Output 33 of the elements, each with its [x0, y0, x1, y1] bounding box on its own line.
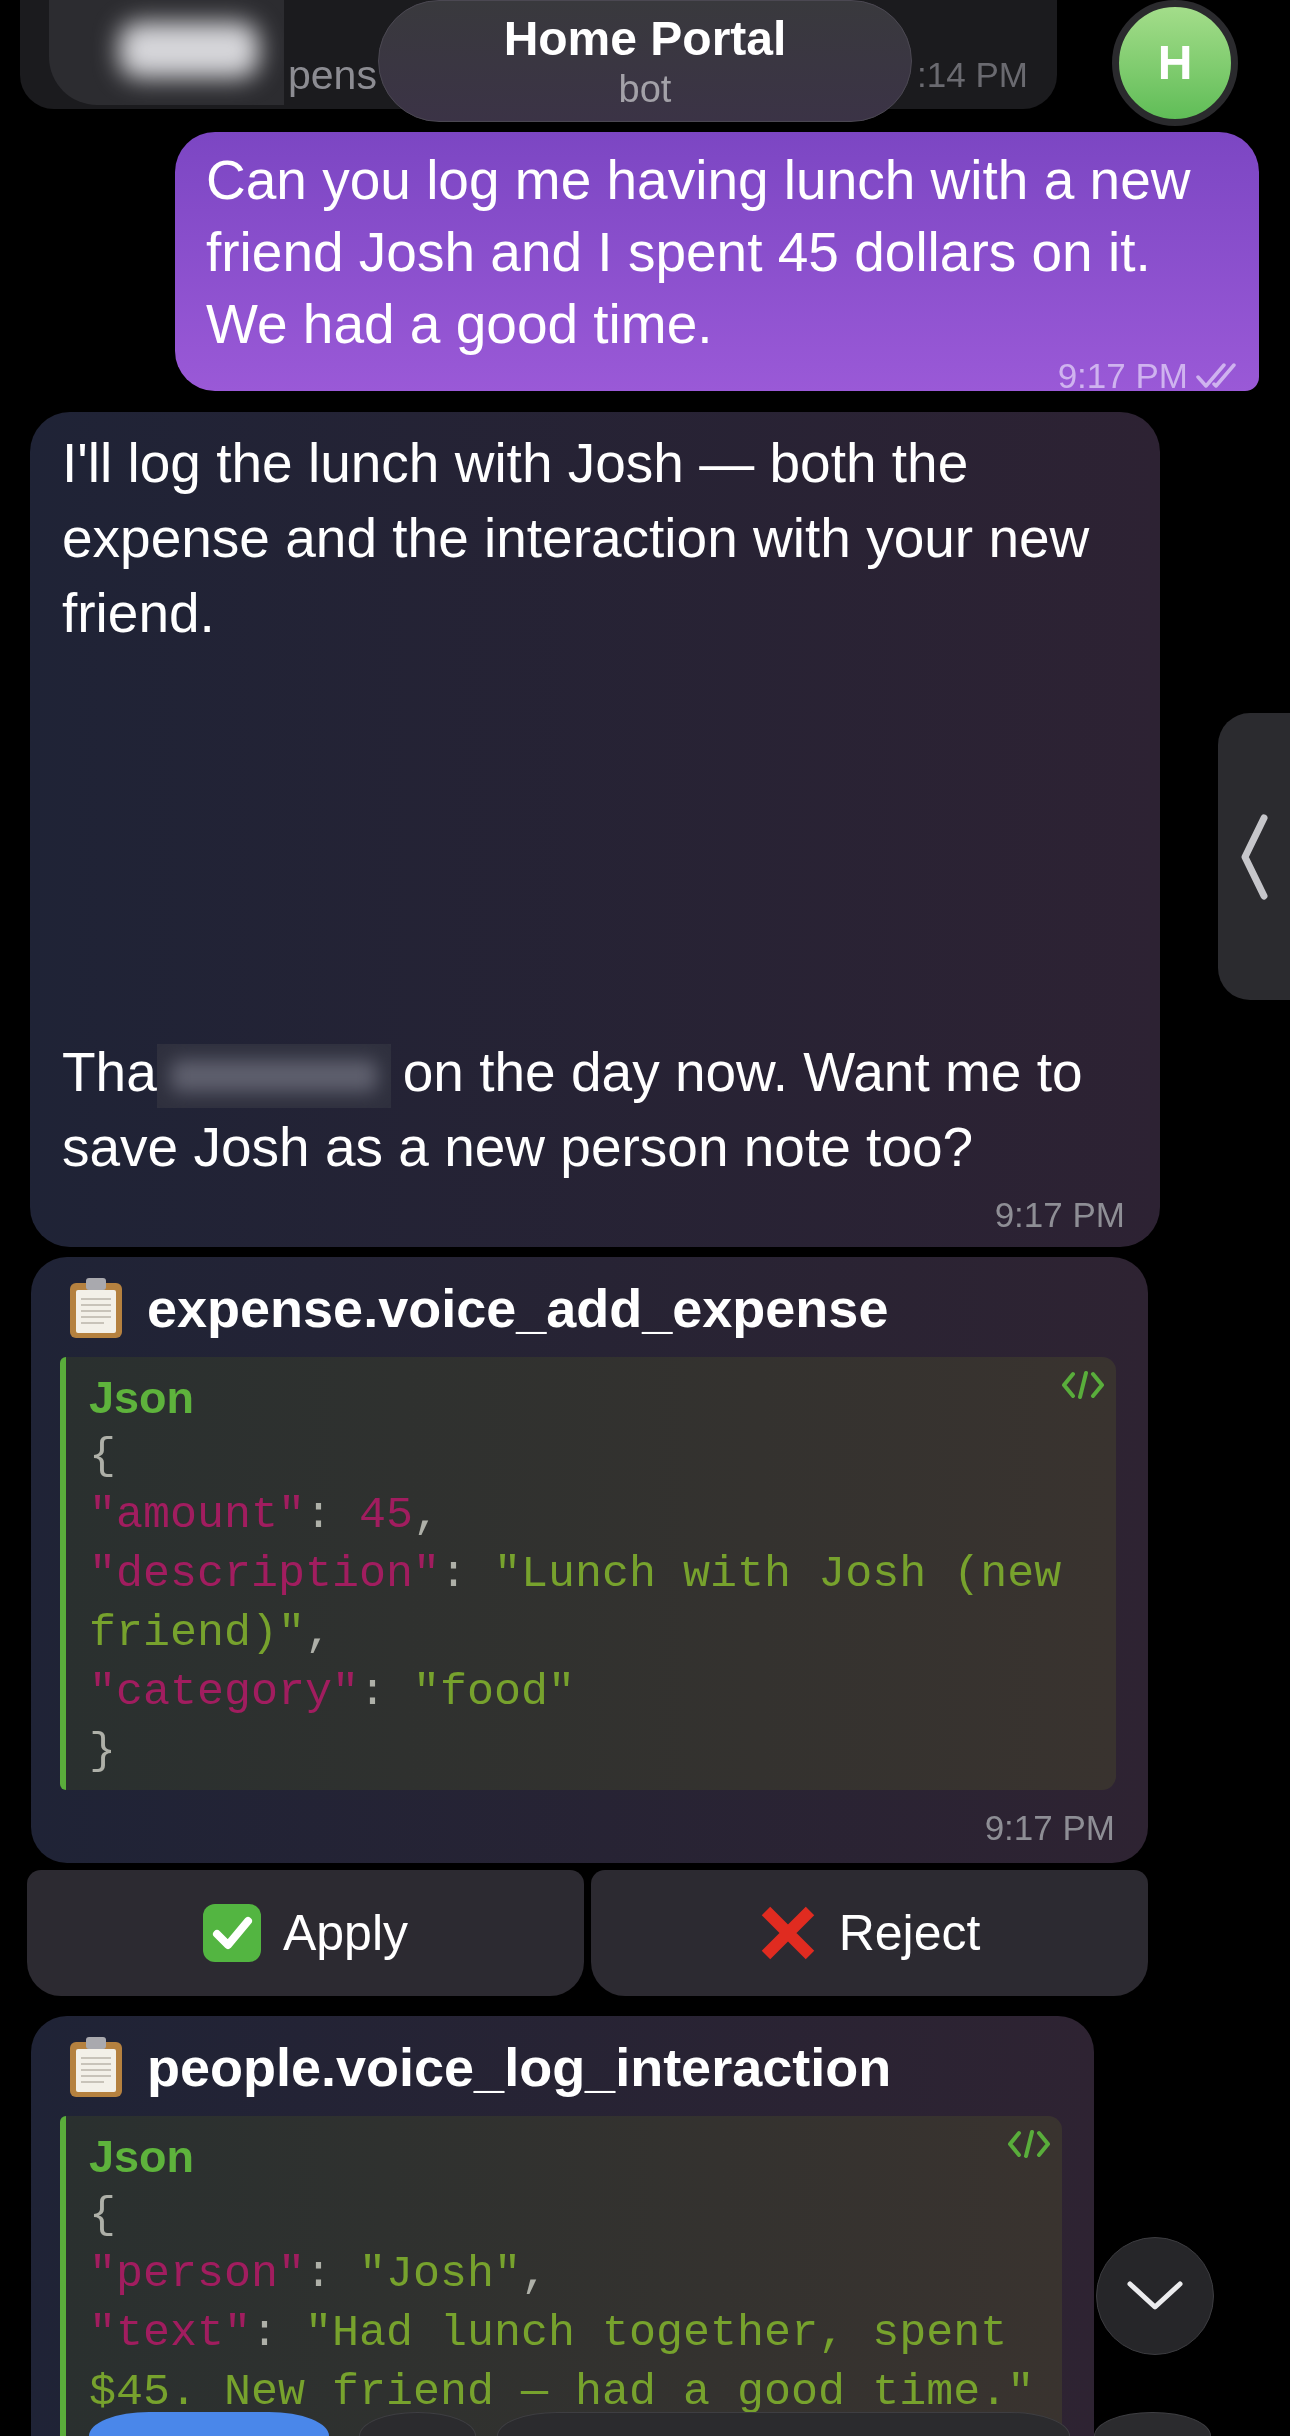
code-line: {	[89, 2189, 116, 2243]
side-panel-handle[interactable]	[1218, 713, 1290, 1000]
code-line: }	[89, 1725, 116, 1779]
code-line: "amount": 45,	[89, 1489, 441, 1543]
code-line: "person": "Josh",	[89, 2248, 549, 2302]
code-language-label: Json	[89, 2130, 195, 2184]
clipboard-icon	[68, 2036, 124, 2098]
message-time: :14 PM	[917, 54, 1028, 95]
card-title: people.voice_log_interaction	[147, 2036, 892, 2099]
chat-header[interactable]: Home Portal bot	[378, 0, 912, 122]
message-time: 9:17 PM	[1057, 360, 1188, 391]
code-icon[interactable]	[1008, 2130, 1050, 2158]
code-line: "text": "Had lunch together, spent $45. New friend — had a good time."	[89, 2307, 1036, 2420]
checkmark-icon	[202, 1904, 261, 1962]
message-time: 9:17 PM	[984, 1808, 1115, 1848]
inline-button[interactable]: Reject	[591, 1870, 1148, 1996]
code-line: {	[89, 1430, 116, 1484]
chevron-down-icon	[1126, 2280, 1184, 2312]
message-text: pens	[288, 50, 377, 100]
inline-button[interactable]: Apply	[27, 1870, 584, 1996]
message-text: I'll log the lunch with Josh — both the expense and the interaction with your new friend.	[62, 431, 1091, 646]
chevron-left-icon	[1239, 813, 1269, 900]
code-line: "category": "food"	[89, 1666, 576, 1720]
chat-subtitle: bot	[618, 67, 672, 111]
message-time: 9:17 PM	[994, 1195, 1125, 1235]
message-text: Can you log me having lunch with a new friend Josh and I spent 45 dollars on it. We had a good time.	[206, 148, 1192, 357]
code-icon[interactable]	[1062, 1371, 1104, 1399]
code-line: "description": "Lunch with Josh (new friend)",	[89, 1548, 1063, 1661]
card-title: expense.voice_add_expense	[147, 1277, 889, 1340]
chat-title: Home Portal	[503, 11, 787, 67]
code-language-label: Json	[89, 1371, 195, 1425]
message-text: Tha on the day now. Want me to save Josh as a new person note too?	[62, 1040, 1084, 1180]
clipboard-icon	[68, 1277, 124, 1339]
